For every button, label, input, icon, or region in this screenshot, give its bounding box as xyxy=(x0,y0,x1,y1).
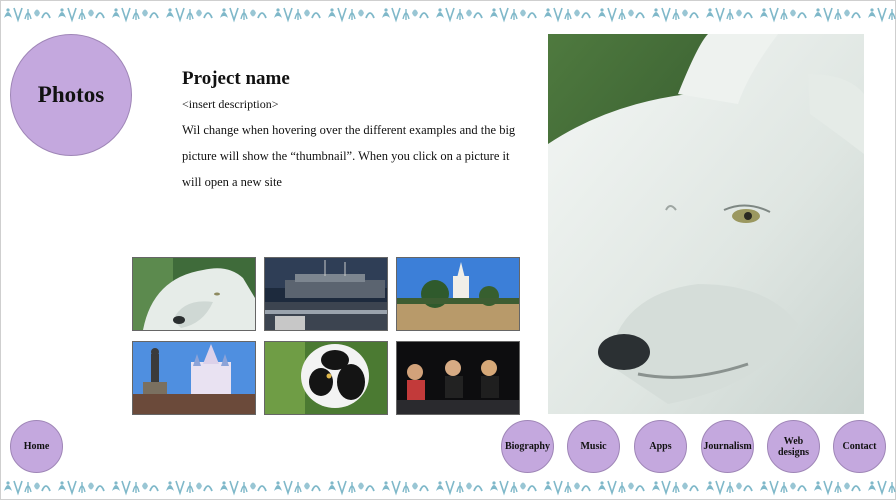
lemur-photo xyxy=(265,342,387,414)
thumb-castle[interactable] xyxy=(132,341,256,415)
page-title: Photos xyxy=(37,82,105,107)
hero-image[interactable] xyxy=(548,34,864,414)
thumb-wolf[interactable] xyxy=(132,257,256,331)
nav-home-label: Home xyxy=(23,441,50,452)
cathedral-photo xyxy=(397,258,519,330)
castle-photo xyxy=(133,342,255,414)
nav-music-button[interactable]: Music xyxy=(567,420,620,473)
nav-contact-label: Contact xyxy=(842,441,877,452)
nav-webdesigns-label: Web designs xyxy=(777,435,810,458)
project-name: Project name xyxy=(182,68,290,89)
description-placeholder: <insert description> xyxy=(182,97,279,111)
nav-contact-button[interactable]: Contact xyxy=(833,420,886,473)
nav-music-label: Music xyxy=(580,441,607,452)
nav-home-button[interactable]: Home xyxy=(10,420,63,473)
nav-journalism-label: Journalism xyxy=(703,441,752,452)
nav-biography-button[interactable]: Biography xyxy=(501,420,554,473)
page-title-circle: Photos xyxy=(10,34,132,156)
hero-wolf-photo xyxy=(548,34,864,414)
nav-apps-button[interactable]: Apps xyxy=(634,420,687,473)
nav-webdesigns-button[interactable]: Web designs xyxy=(767,420,820,473)
thumb-lemur[interactable] xyxy=(264,341,388,415)
ornament-border-top xyxy=(0,4,896,24)
nav-apps-label: Apps xyxy=(649,441,672,452)
nav-biography-label: Biography xyxy=(504,441,550,452)
thumb-panel[interactable] xyxy=(396,341,520,415)
wolf-photo xyxy=(133,258,255,330)
thumb-ship[interactable] xyxy=(264,257,388,331)
panel-photo xyxy=(397,342,519,414)
ship-photo xyxy=(265,258,387,330)
nav-journalism-button[interactable]: Journalism xyxy=(701,420,754,473)
thumb-cathedral[interactable] xyxy=(396,257,520,331)
project-description: Wil change when hovering over the differ… xyxy=(182,123,516,189)
ornament-border-bottom xyxy=(0,477,896,497)
